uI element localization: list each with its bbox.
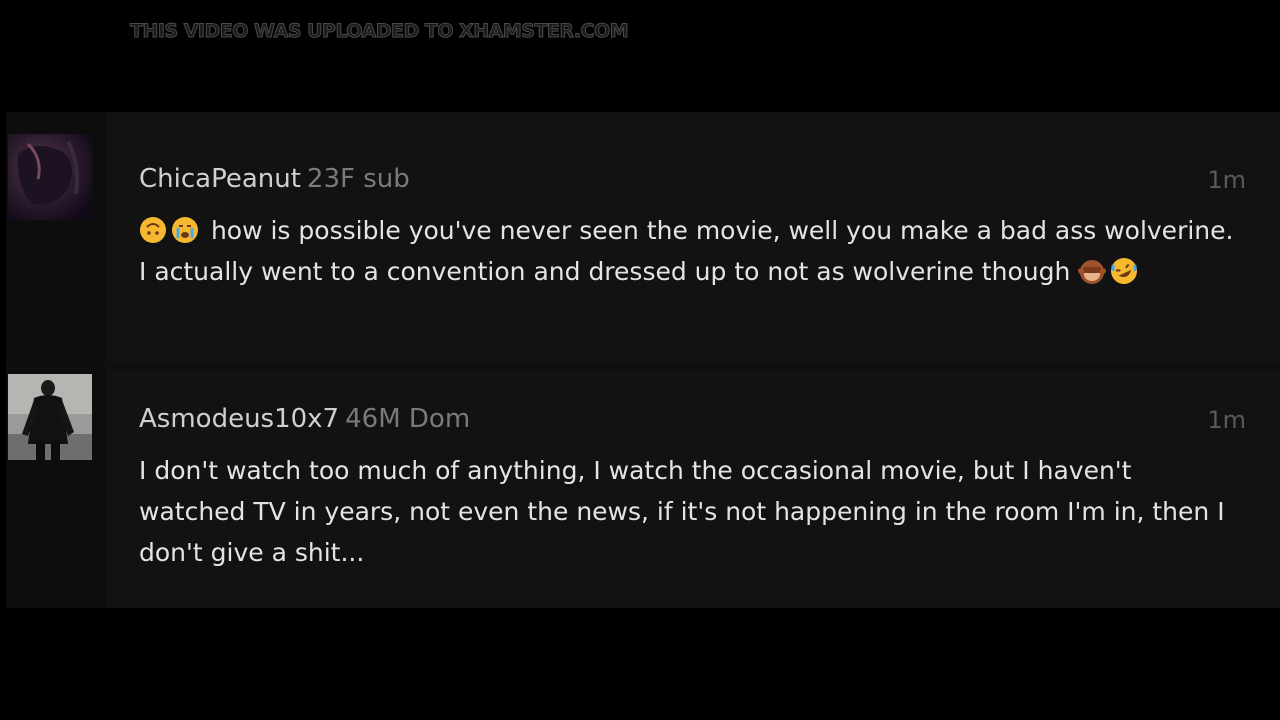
see-no-evil-monkey-emoji xyxy=(1078,256,1107,284)
upside-down-face-emoji xyxy=(139,215,167,243)
video-frame: THIS VIDEO WAS UPLOADED TO XHAMSTER.COM xyxy=(0,0,1280,720)
avatar-column xyxy=(6,370,106,608)
comment-header: ChicaPeanut 23F sub xyxy=(139,164,410,194)
comment-item: ChicaPeanut 23F sub 1m how is possible yo… xyxy=(6,112,1280,362)
user-tags: 23F sub xyxy=(306,164,410,194)
comment-text: I don't watch too much of anything, I wa… xyxy=(139,456,1225,567)
avatar[interactable] xyxy=(8,374,92,460)
comment-text-block: I don't watch too much of anything, I wa… xyxy=(139,450,1239,573)
comment-header: Asmodeus10x7 46M Dom xyxy=(139,404,470,434)
avatar[interactable] xyxy=(8,134,92,220)
timestamp: 1m xyxy=(1207,406,1246,434)
user-tags: 46M Dom xyxy=(345,404,471,434)
comment-text-block: how is possible you've never seen the mo… xyxy=(139,210,1239,292)
comment-feed: ChicaPeanut 23F sub 1m how is possible yo… xyxy=(6,112,1280,608)
rofl-emoji xyxy=(1110,256,1138,284)
avatar-column xyxy=(6,112,106,362)
comment-item: Asmodeus10x7 46M Dom 1m I don't watch too… xyxy=(6,370,1280,608)
watermark-text: THIS VIDEO WAS UPLOADED TO XHAMSTER.COM xyxy=(129,20,629,43)
timestamp: 1m xyxy=(1207,166,1246,194)
comment-text: how is possible you've never seen the mo… xyxy=(139,216,1234,286)
username[interactable]: Asmodeus10x7 xyxy=(139,404,339,434)
username[interactable]: ChicaPeanut xyxy=(139,164,301,194)
crying-face-emoji xyxy=(171,215,199,243)
